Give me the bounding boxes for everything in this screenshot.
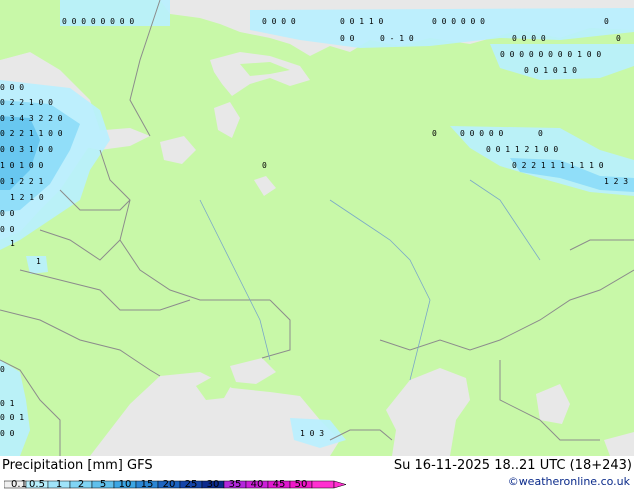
legend-tick-label: 1 bbox=[55, 479, 63, 490]
map-title: Precipitation [mm] GFS bbox=[2, 458, 153, 473]
precip-value-label: 1 bbox=[10, 239, 15, 248]
precip-value-label: 1 2 3 bbox=[604, 177, 628, 186]
legend-tick-label: 35 bbox=[228, 479, 242, 490]
legend-tick-label: 45 bbox=[272, 479, 286, 490]
legend-tick-label: 2 bbox=[77, 479, 85, 490]
legend-tick-label: 0.1 bbox=[11, 479, 27, 490]
run-info: Su 16-11-2025 18..21 UTC (18+243) bbox=[393, 458, 632, 473]
legend-tick-label: 25 bbox=[184, 479, 198, 490]
legend-tick-label: 10 bbox=[118, 479, 132, 490]
precip-value-label: 0 0 1 1 0 bbox=[340, 17, 384, 26]
precip-value-label: 0 0 bbox=[0, 225, 15, 234]
precip-value-label: 0 0 1 1 2 1 0 0 bbox=[486, 145, 558, 154]
legend-tick-label: 20 bbox=[162, 479, 176, 490]
precip-value-label: 0 0 0 bbox=[0, 83, 24, 92]
precipitation-map: 0 0 0 0 0 0 0 00 0 0 00 0 1 1 00 0 0 0 0… bbox=[0, 0, 634, 456]
precip-value-label: 0 bbox=[432, 129, 437, 138]
legend-tick-label: 40 bbox=[250, 479, 264, 490]
precip-value-label: 0 bbox=[0, 365, 5, 374]
precip-value-label: 0 1 bbox=[0, 399, 15, 408]
precip-value-label: 0 0 bbox=[0, 429, 15, 438]
precip-value-label: 0 2 2 1 1 1 1 1 1 0 bbox=[512, 161, 604, 170]
precip-value-label: 0 0 bbox=[0, 209, 15, 218]
precip-value-label: 1 bbox=[36, 257, 41, 266]
precip-value-label: 0 1 2 2 1 bbox=[0, 177, 44, 186]
precip-value-label: 0 0 0 0 bbox=[512, 34, 546, 43]
precip-value-label: 0 0 0 0 0 0 bbox=[432, 17, 485, 26]
precip-value-label: 0 0 0 0 0 bbox=[460, 129, 504, 138]
precip-value-label: 0 0 0 0 0 0 0 0 1 0 0 bbox=[500, 50, 601, 59]
precip-value-label: 0 0 1 bbox=[0, 413, 24, 422]
precip-value-label: 0 bbox=[616, 34, 621, 43]
legend-tick-label: 0.5 bbox=[29, 479, 45, 490]
precip-value-label: 1 0 3 bbox=[300, 429, 324, 438]
legend-tick-label: 50 bbox=[294, 479, 308, 490]
precip-value-label: 0 bbox=[262, 161, 267, 170]
precip-value-label: 0 2 2 1 0 0 bbox=[0, 98, 53, 107]
precip-value-label: 1 0 1 0 0 bbox=[0, 161, 44, 170]
precip-value-label: 0 0 0 0 bbox=[262, 17, 296, 26]
precip-value-label: 0 3 4 3 2 2 0 bbox=[0, 114, 63, 123]
precip-value-label: 0 0 bbox=[340, 34, 355, 43]
precip-value-label: 0 0 3 1 0 0 bbox=[0, 145, 53, 154]
colorbar-arrow bbox=[333, 480, 347, 489]
precip-value-label: 1 2 1 0 bbox=[10, 193, 44, 202]
footer-bar: Precipitation [mm] GFS Su 16-11-2025 18.… bbox=[0, 456, 634, 490]
precip-value-label: 0 0 1 0 1 0 bbox=[524, 66, 577, 75]
legend-tick-label: 15 bbox=[140, 479, 154, 490]
precip-value-label: 0 bbox=[604, 17, 609, 26]
legend-tick-label: 5 bbox=[99, 479, 107, 490]
map-canvas: 0 0 0 0 0 0 0 00 0 0 00 0 1 1 00 0 0 0 0… bbox=[0, 0, 634, 456]
colorbar-segment bbox=[311, 480, 335, 489]
precip-value-label: 0 2 2 1 1 0 0 bbox=[0, 129, 63, 138]
precip-value-label: 0 bbox=[538, 129, 543, 138]
precip-value-label: 0 - 1 0 bbox=[380, 34, 414, 43]
legend-tick-label: 30 bbox=[206, 479, 220, 490]
credit-link[interactable]: ©weatheronline.co.uk bbox=[508, 475, 630, 488]
precip-value-label: 0 0 0 0 0 0 0 0 bbox=[62, 17, 134, 26]
